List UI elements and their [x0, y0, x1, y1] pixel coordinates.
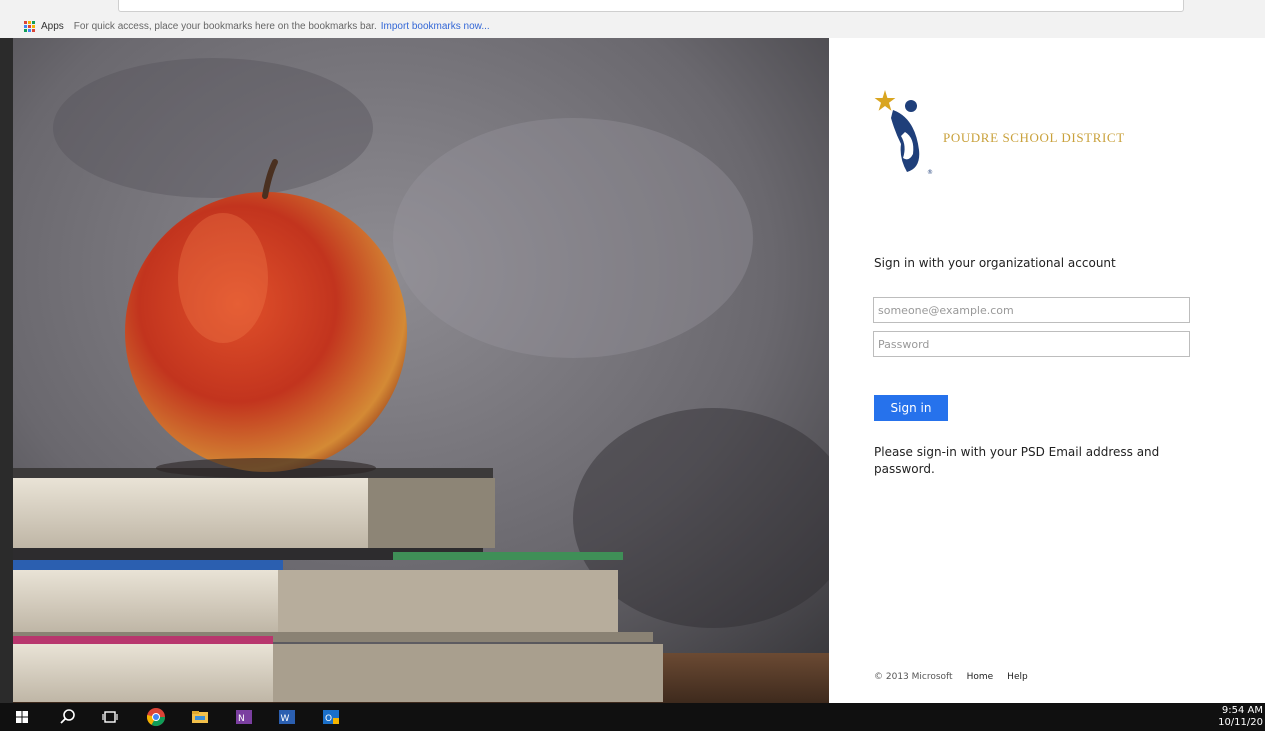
signin-heading: Sign in with your organizational account	[874, 256, 1116, 270]
login-panel: ® POUDRE SCHOOL DISTRICT Sign in with yo…	[829, 38, 1265, 703]
chrome-icon[interactable]	[146, 707, 166, 727]
bookmarks-hint: For quick access, place your bookmarks h…	[73, 20, 377, 32]
bookmarks-bar: Apps For quick access, place your bookma…	[0, 14, 1265, 39]
outlook-icon[interactable]: O	[321, 707, 341, 727]
apps-grid-icon[interactable]	[24, 20, 35, 32]
svg-text:O: O	[325, 714, 332, 724]
background-image	[13, 38, 829, 703]
footer: © 2013 Microsoft Home Help	[874, 672, 1028, 682]
windows-start-icon[interactable]	[12, 707, 32, 727]
window-edge	[0, 38, 13, 703]
email-field[interactable]	[873, 297, 1190, 323]
help-link[interactable]: Help	[1007, 672, 1028, 682]
svg-text:N: N	[238, 714, 245, 724]
home-link[interactable]: Home	[967, 672, 994, 682]
taskbar: N W O 9:54 AM 10/11/20	[0, 703, 1265, 731]
import-bookmarks-link[interactable]: Import bookmarks now...	[381, 21, 490, 32]
clock-date: 10/11/20	[1218, 717, 1263, 728]
svg-text:®: ®	[927, 169, 933, 176]
task-view-icon[interactable]	[100, 707, 120, 727]
clock-time: 9:54 AM	[1221, 705, 1263, 716]
address-bar[interactable]	[118, 0, 1184, 12]
word-icon[interactable]: W	[277, 707, 297, 727]
copyright-text: © 2013 Microsoft	[874, 672, 953, 682]
file-explorer-icon[interactable]	[190, 707, 210, 727]
system-clock[interactable]: 9:54 AM 10/11/20	[1218, 705, 1263, 729]
svg-text:W: W	[281, 714, 290, 724]
district-name: POUDRE SCHOOL DISTRICT	[943, 130, 1125, 145]
signin-help-text: Please sign-in with your PSD Email addre…	[874, 445, 1160, 476]
password-field[interactable]	[873, 331, 1190, 357]
onenote-icon[interactable]: N	[234, 707, 254, 727]
browser-toolbar	[0, 0, 1265, 14]
signin-button[interactable]: Sign in	[874, 395, 948, 421]
search-icon[interactable]	[58, 707, 78, 727]
apps-shortcut[interactable]: Apps	[41, 21, 64, 32]
